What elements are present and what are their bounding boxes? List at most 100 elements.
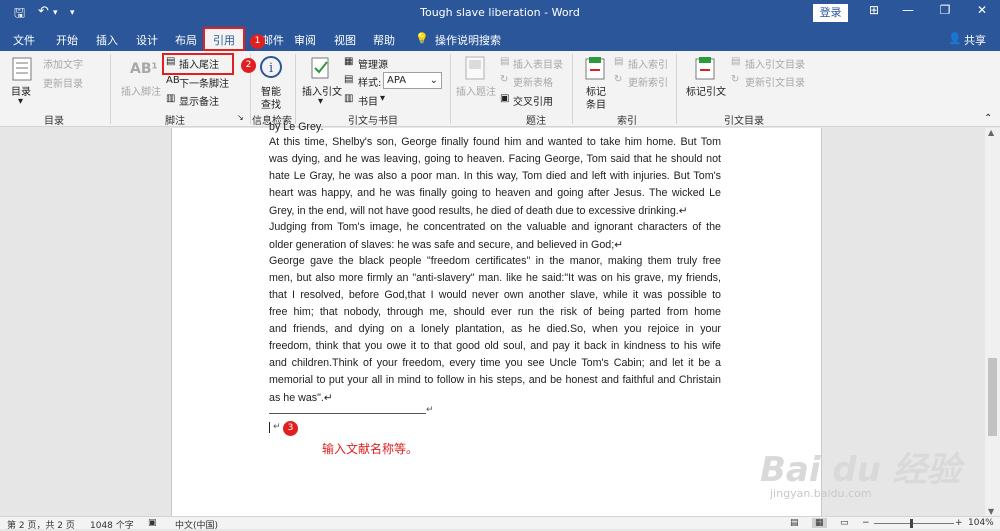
smart-lookup-button-line2[interactable]: 查找 bbox=[261, 96, 281, 111]
tab-home[interactable]: 开始 bbox=[56, 32, 78, 48]
step-badge-1: 1 bbox=[250, 34, 265, 49]
group-divider bbox=[110, 54, 111, 124]
document-page[interactable]: by Le Grey. At this time, Shelby's son, … bbox=[171, 121, 822, 516]
update-index-button[interactable]: 更新索引 bbox=[628, 74, 668, 89]
zoom-slider-track[interactable] bbox=[874, 523, 954, 524]
update-index-icon: ↻ bbox=[614, 74, 623, 85]
style-icon: ▤ bbox=[344, 74, 354, 85]
document-line: freedom, think that you owe it to that g… bbox=[269, 340, 721, 352]
page-count[interactable]: 第 2 页，共 2 页 bbox=[7, 518, 75, 531]
ribbon-options-icon[interactable]: ⊞ bbox=[864, 3, 884, 17]
collapse-ribbon-icon[interactable]: ⌃ bbox=[984, 113, 992, 124]
footnote-dialog-launcher-icon[interactable]: ↘ bbox=[237, 113, 244, 122]
insert-index-button[interactable]: 插入索引 bbox=[628, 56, 668, 71]
zoom-out-button[interactable]: − bbox=[862, 518, 870, 528]
show-notes-icon: ▥ bbox=[166, 93, 176, 104]
style-label: 样式: bbox=[358, 78, 382, 89]
mark-citation-icon bbox=[695, 57, 715, 80]
share-icon[interactable]: 👤 bbox=[948, 32, 962, 45]
endnote-separator bbox=[269, 413, 426, 414]
ribbon-references: 目录 ▾ 添加文字 更新目录 目录 AB¹ 插入脚注 ▤ 插入尾注 AB 下一条… bbox=[0, 51, 1000, 127]
title-bar: 🖫 ↶ ▾ ▾ Tough slave liberation - Word 登录… bbox=[0, 0, 1000, 27]
update-toa-button[interactable]: 更新引文目录 bbox=[745, 74, 805, 89]
next-footnote-button[interactable]: 下一条脚注 bbox=[179, 75, 229, 90]
document-line: as he was".↵ bbox=[269, 392, 333, 404]
insert-footnote-button[interactable]: 插入脚注 bbox=[121, 83, 161, 98]
tab-layout[interactable]: 布局 bbox=[175, 32, 197, 48]
read-mode-icon[interactable]: ▤ bbox=[790, 518, 799, 528]
endnote-separator-mark: ↵ bbox=[426, 405, 434, 415]
insert-tof-button[interactable]: 插入表目录 bbox=[513, 56, 563, 71]
word-count[interactable]: 1048 个字 bbox=[90, 518, 134, 531]
document-line: heart was happy, and he was finally goin… bbox=[269, 187, 721, 199]
highlight-insert-endnote bbox=[162, 53, 234, 75]
cross-reference-button[interactable]: 交叉引用 bbox=[513, 93, 553, 108]
scroll-up-icon[interactable]: ▲ bbox=[988, 128, 994, 137]
proofing-icon[interactable]: ▣ bbox=[148, 518, 157, 528]
table-of-contents-icon bbox=[12, 57, 32, 81]
insert-citation-dropdown-icon[interactable]: ▾ bbox=[318, 96, 323, 107]
annotation-note: 输入文献名称等。 bbox=[322, 442, 419, 456]
show-notes-button[interactable]: 显示备注 bbox=[179, 93, 219, 108]
bibliography-dropdown-icon[interactable]: ▾ bbox=[380, 93, 385, 104]
insert-caption-button[interactable]: 插入题注 bbox=[456, 83, 496, 98]
close-icon[interactable]: ✕ bbox=[972, 3, 992, 17]
status-bar: 第 2 页，共 2 页 1048 个字 ▣ 中文(中国) ▤ ▦ ▭ − + 1… bbox=[0, 516, 1000, 531]
share-button[interactable]: 共享 bbox=[964, 32, 986, 48]
tab-design[interactable]: 设计 bbox=[136, 32, 158, 48]
restore-icon[interactable]: ❐ bbox=[935, 3, 955, 17]
citation-style-value: APA bbox=[387, 75, 407, 86]
document-line: older generation of slaves: he was safe … bbox=[269, 239, 624, 251]
print-layout-icon[interactable]: ▦ bbox=[812, 518, 827, 528]
toc-dropdown-icon[interactable]: ▾ bbox=[18, 96, 23, 107]
step-badge-2: 2 bbox=[241, 58, 256, 73]
document-line: Judging from Tom's image, he concentrate… bbox=[269, 221, 721, 233]
document-line: hate Le Gray, he was also a poor man. In… bbox=[269, 170, 721, 182]
bibliography-icon: ▥ bbox=[344, 93, 354, 104]
add-text-button[interactable]: 添加文字 bbox=[43, 56, 83, 71]
zoom-slider-thumb[interactable] bbox=[910, 519, 913, 528]
tab-help[interactable]: 帮助 bbox=[373, 32, 395, 48]
scrollbar-thumb[interactable] bbox=[988, 358, 997, 436]
mark-entry-icon bbox=[585, 57, 605, 80]
insert-toa-button[interactable]: 插入引文目录 bbox=[745, 56, 805, 71]
zoom-in-button[interactable]: + bbox=[955, 518, 963, 528]
login-button[interactable]: 登录 bbox=[813, 4, 848, 22]
text-cursor bbox=[269, 422, 270, 433]
insert-caption-icon bbox=[465, 56, 485, 80]
ribbon-tab-bar: 文件 开始 插入 设计 布局 邮件 审阅 视图 帮助 💡 操作说明搜索 👤 共享 bbox=[0, 27, 1000, 51]
zoom-level[interactable]: 104% bbox=[968, 518, 994, 528]
update-table-button[interactable]: 更新表格 bbox=[513, 74, 553, 89]
group-divider bbox=[450, 54, 451, 124]
web-layout-icon[interactable]: ▭ bbox=[840, 518, 849, 528]
vertical-scrollbar[interactable]: ▲ ▼ bbox=[985, 128, 1000, 516]
insert-toa-icon: ▤ bbox=[731, 56, 741, 67]
tab-mailings[interactable]: 邮件 bbox=[262, 32, 284, 48]
lightbulb-icon: 💡 bbox=[415, 32, 429, 45]
svg-text:i: i bbox=[269, 61, 273, 76]
tab-references[interactable]: 引用 bbox=[203, 27, 245, 51]
tab-view[interactable]: 视图 bbox=[334, 32, 356, 48]
scroll-down-icon[interactable]: ▼ bbox=[988, 507, 994, 516]
insert-tof-icon: ▤ bbox=[500, 56, 510, 67]
update-toc-button[interactable]: 更新目录 bbox=[43, 75, 83, 90]
tell-me-search[interactable]: 操作说明搜索 bbox=[435, 32, 501, 48]
insert-citation-icon bbox=[311, 57, 329, 79]
tab-review[interactable]: 审阅 bbox=[294, 32, 316, 48]
document-line: was dying, and he was leaving, going to … bbox=[269, 153, 721, 165]
document-line: by Le Grey. bbox=[269, 121, 324, 133]
document-line: that I resolved, before God,that I would… bbox=[269, 289, 721, 301]
manage-sources-icon: ▦ bbox=[344, 56, 354, 67]
mark-entry-button-line2[interactable]: 条目 bbox=[586, 96, 606, 111]
mark-citation-button[interactable]: 标记引文 bbox=[686, 83, 726, 98]
language-indicator[interactable]: 中文(中国) bbox=[175, 518, 218, 531]
baidu-watermark-logo: Bai du 经验 bbox=[760, 450, 961, 490]
manage-sources-button[interactable]: 管理源 bbox=[358, 56, 388, 71]
endnote-paragraph-mark: ↵ bbox=[273, 422, 281, 432]
minimize-icon[interactable]: — bbox=[898, 3, 918, 17]
tab-file[interactable]: 文件 bbox=[13, 32, 35, 48]
tab-insert[interactable]: 插入 bbox=[96, 32, 118, 48]
step-badge-3: 3 bbox=[283, 421, 298, 436]
bibliography-button[interactable]: 书目 bbox=[358, 93, 378, 108]
citation-style-select[interactable]: APA ⌄ bbox=[383, 72, 442, 89]
